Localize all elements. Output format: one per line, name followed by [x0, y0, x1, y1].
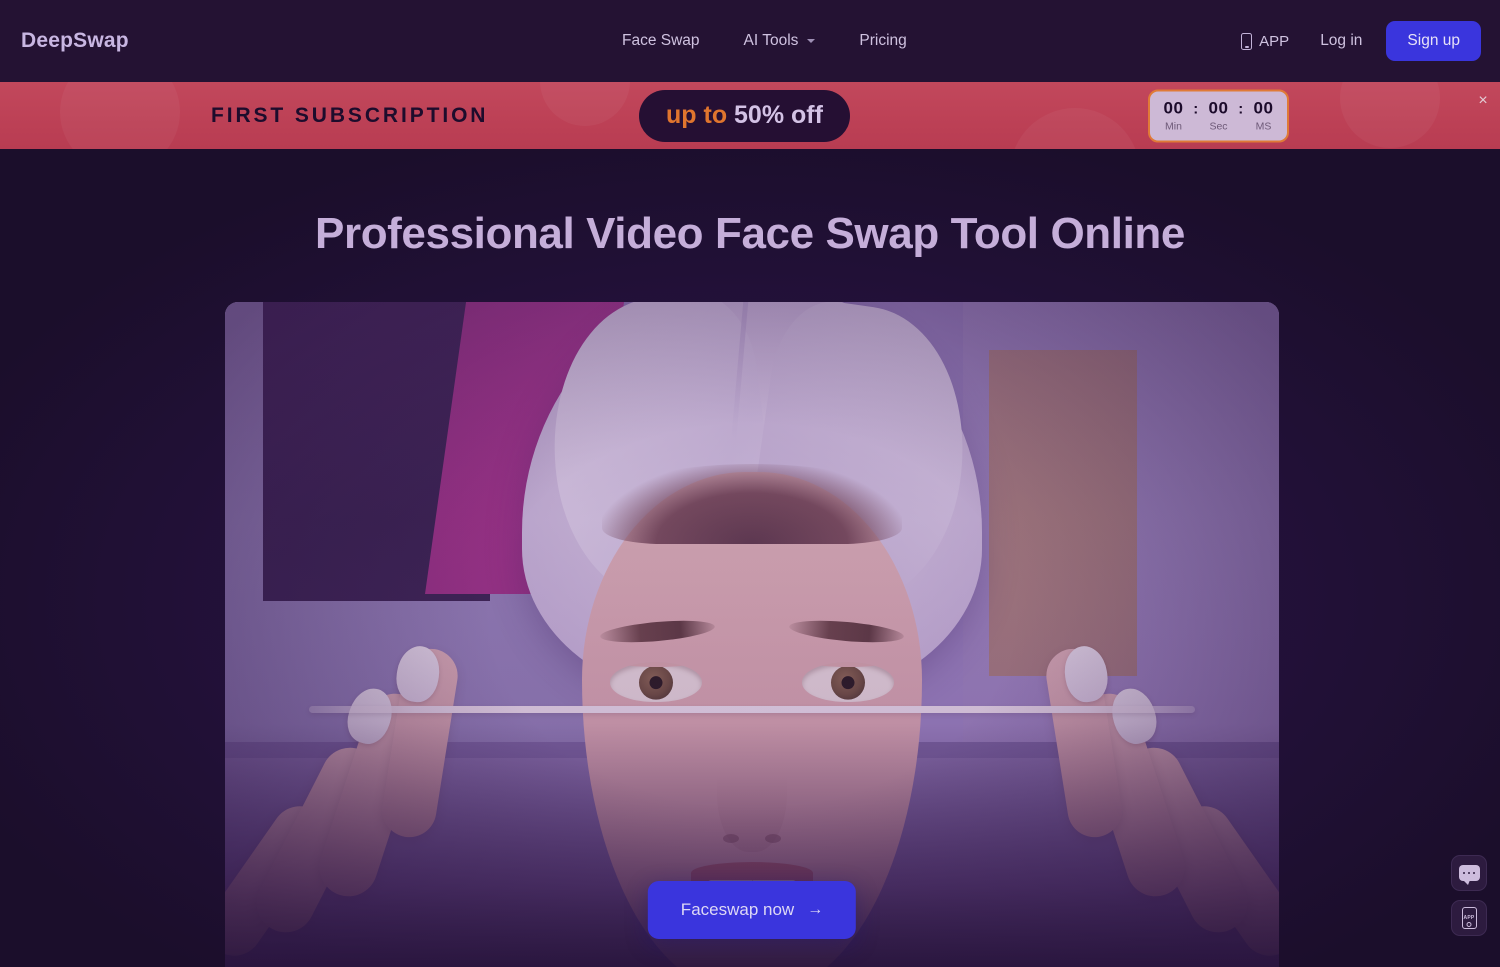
chevron-down-icon [807, 39, 816, 43]
mobile-app-icon: APP [1461, 907, 1477, 929]
countdown-separator: : [1238, 100, 1244, 118]
mobile-app-button[interactable]: APP [1451, 900, 1487, 936]
promo-discount-badge[interactable]: up to 50% off [639, 89, 850, 142]
subject-eyelid-right [802, 662, 894, 667]
promo-decor-blob [1340, 82, 1440, 148]
countdown-milliseconds: 00 [1253, 98, 1274, 118]
phone-icon [1241, 32, 1253, 50]
subject-eyelid-left [610, 662, 702, 667]
nav-item-face-swap[interactable]: Face Swap [600, 32, 722, 50]
nav-label-ai-tools: AI Tools [743, 32, 799, 49]
page-root: DeepSwap Face Swap AI Tools Pricing APP … [0, 0, 1500, 967]
nav-label-face-swap: Face Swap [622, 32, 700, 49]
floating-action-stack: APP [1451, 855, 1487, 936]
main-navigation: Face Swap AI Tools Pricing [600, 0, 929, 82]
subject-thread [309, 706, 1195, 713]
scene-tan-panel [989, 349, 1137, 676]
login-link[interactable]: Log in [1303, 32, 1379, 50]
arrow-right-icon: → [807, 901, 824, 918]
countdown-timer: 00 : 00 : 00 Min Sec MS [1148, 89, 1289, 142]
hero-section: Professional Video Face Swap Tool Online [0, 149, 1500, 967]
promo-banner: FIRST SUBSCRIPTION up to 50% off 00 : 00… [0, 82, 1500, 149]
promo-decor-blob [60, 82, 180, 149]
countdown-label-min: Min [1165, 120, 1182, 133]
chat-support-button[interactable] [1451, 855, 1487, 891]
subject-hand-right [969, 632, 1279, 967]
page-title: Professional Video Face Swap Tool Online [315, 209, 1185, 258]
nav-label-pricing: Pricing [859, 32, 907, 49]
subject-pupil-right [841, 676, 855, 690]
countdown-separator: : [1193, 100, 1199, 118]
subject-hand-left [225, 632, 535, 967]
subject-pupil-left [649, 676, 663, 690]
close-icon[interactable]: × [1472, 90, 1494, 112]
faceswap-now-button[interactable]: Faceswap now → [647, 881, 857, 939]
subject-nose [717, 722, 787, 852]
subject-eyebrow-right [788, 617, 905, 646]
site-header: DeepSwap Face Swap AI Tools Pricing APP … [0, 0, 1500, 82]
cta-label: Faceswap now [680, 900, 795, 919]
app-link-label: APP [1259, 32, 1290, 50]
countdown-label-ms: MS [1255, 120, 1272, 133]
promo-badge-discount: 50% off [734, 100, 823, 129]
countdown-labels: Min Sec MS [1151, 121, 1286, 133]
subject-eyebrow-left [599, 617, 716, 646]
chat-dot [1467, 871, 1471, 875]
subject-nostril-right [765, 834, 781, 843]
subject-eye-right [802, 662, 894, 702]
countdown-digits: 00 : 00 : 00 [1158, 99, 1279, 119]
mobile-app-icon-label: APP [1463, 915, 1475, 921]
promo-title: FIRST SUBSCRIPTION [211, 103, 489, 127]
subject-iris-right [831, 665, 865, 700]
nav-item-ai-tools[interactable]: AI Tools [722, 32, 838, 50]
app-download-link[interactable]: APP [1227, 32, 1303, 50]
countdown-seconds: 00 [1208, 98, 1229, 118]
promo-badge-prefix: up to [666, 100, 735, 129]
hero-scene [225, 302, 1279, 967]
chat-dot [1472, 871, 1476, 875]
subject-eye-left [610, 662, 702, 702]
countdown-minutes: 00 [1163, 98, 1184, 118]
subject-iris-left [639, 665, 673, 700]
nav-item-pricing[interactable]: Pricing [837, 32, 928, 50]
subject-nostril-left [723, 834, 739, 843]
chat-dot [1462, 871, 1466, 875]
hero-video-preview[interactable]: Faceswap now → [225, 302, 1279, 967]
signup-button[interactable]: Sign up [1386, 21, 1481, 61]
subject-hairline [602, 464, 902, 544]
promo-decor-blob [1010, 108, 1140, 149]
chat-bubble-icon [1458, 865, 1480, 885]
promo-decor-blob [540, 82, 630, 126]
countdown-label-sec: Sec [1209, 120, 1228, 133]
header-actions: APP Log in Sign up [1227, 0, 1481, 82]
brand-logo[interactable]: DeepSwap [21, 29, 129, 53]
